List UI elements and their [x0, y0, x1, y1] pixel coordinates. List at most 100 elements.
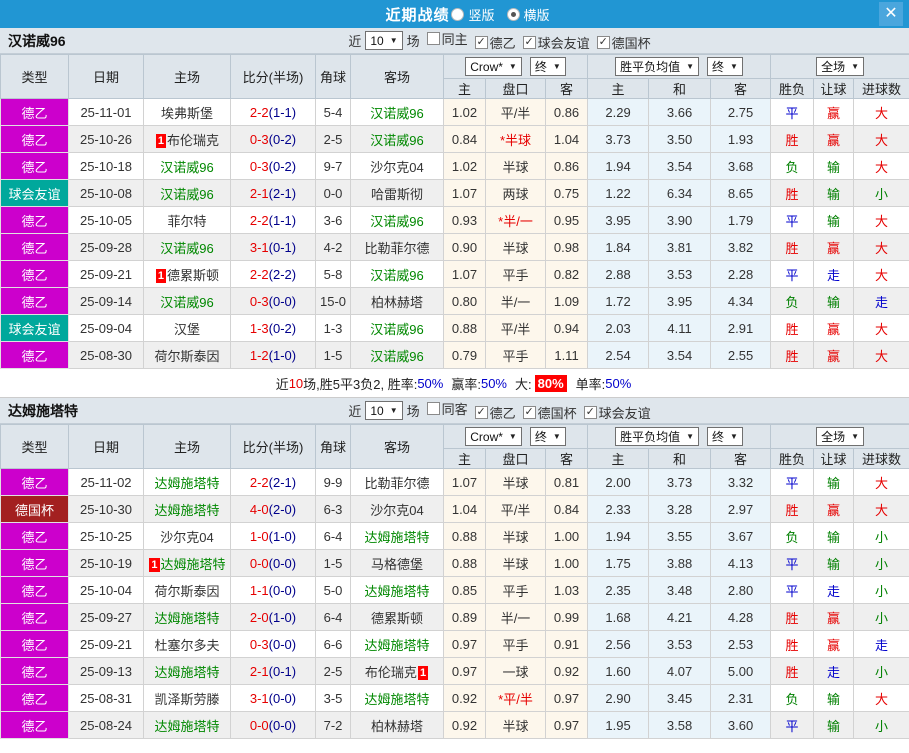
filter-同主[interactable]: 同主	[426, 29, 468, 48]
filter-球会友谊[interactable]: ✓ 球会友谊	[583, 403, 651, 422]
match-count-select[interactable]: 10 ▼	[365, 401, 403, 420]
league-type-badge: 德乙	[0, 657, 69, 685]
filter-德乙[interactable]: ✓ 德乙	[474, 33, 516, 52]
checkbox-icon[interactable]: ✓	[522, 406, 536, 419]
avg-source-select[interactable]: 胜平负均值 ▼	[615, 57, 700, 76]
team-section-header: 达姆施塔特 近 10 ▼ 场 同客 ✓ 德乙 ✓ 德国杯 ✓ 球会友谊	[0, 398, 909, 424]
layout-switcher: 近期战绩 竖版 横版	[385, 4, 559, 25]
col-wdl: 胜负	[770, 448, 815, 469]
vertical-layout-radio[interactable]	[451, 7, 465, 21]
horizontal-layout-label[interactable]: 横版	[524, 5, 550, 24]
checkbox-icon[interactable]: ✓	[474, 406, 488, 419]
handicap-line: *半球	[485, 125, 546, 153]
away-odds: 0.82	[544, 260, 589, 288]
avg-home-odds: 1.22	[587, 179, 650, 207]
home-odds: 0.92	[443, 711, 486, 739]
filter-球会友谊[interactable]: ✓ 球会友谊	[522, 33, 590, 52]
league-type-badge: 德乙	[0, 206, 69, 234]
home-odds: 0.88	[443, 549, 486, 577]
checkbox-icon[interactable]: ✓	[583, 406, 597, 419]
odds-source-select[interactable]: Crow* ▼	[465, 57, 522, 77]
avg-away-odds: 2.91	[710, 314, 772, 342]
col-odds-home: 主	[443, 78, 486, 99]
filter-label[interactable]: 德乙	[490, 403, 516, 422]
avg-away-odds: 1.93	[710, 125, 772, 153]
avg-away-odds: 3.67	[710, 522, 772, 550]
avg-home-odds: 2.54	[587, 341, 650, 369]
league-type-badge: 德乙	[0, 287, 69, 315]
match-date: 25-10-05	[68, 206, 144, 234]
match-row: 德乙 25-11-02 达姆施塔特 2-2(2-1) 9-9 比勒菲尔德 1.07 半球 0.8…	[0, 468, 909, 496]
avg-home-odds: 2.88	[587, 260, 650, 288]
close-button[interactable]: ✕	[879, 2, 903, 26]
away-team: 达姆施塔特	[350, 630, 444, 658]
checkbox-icon[interactable]: ✓	[522, 36, 536, 49]
result-handicap: 赢	[813, 125, 855, 153]
horizontal-layout-radio[interactable]	[506, 7, 520, 21]
filter-label[interactable]: 德乙	[490, 33, 516, 52]
result-handicap: 输	[813, 179, 855, 207]
col-avg-away: 客	[710, 78, 772, 99]
league-type-badge: 德乙	[0, 684, 69, 712]
home-odds: 0.88	[443, 314, 486, 342]
league-type-badge: 德乙	[0, 603, 69, 631]
fulltime-select[interactable]: 全场 ▼	[816, 57, 865, 76]
avg-away-odds: 2.75	[710, 98, 772, 126]
result-handicap: 赢	[813, 495, 855, 523]
col-avg-home: 主	[587, 448, 650, 469]
filter-label[interactable]: 同主	[442, 29, 468, 48]
odds-time-select[interactable]: 终 ▼	[529, 56, 566, 76]
league-type-badge: 德乙	[0, 711, 69, 739]
avg-source-select[interactable]: 胜平负均值 ▼	[615, 427, 700, 446]
filter-德国杯[interactable]: ✓ 德国杯	[522, 403, 577, 422]
odds-source-select[interactable]: Crow* ▼	[465, 427, 522, 447]
filter-label[interactable]: 同客	[442, 399, 468, 418]
match-date: 25-10-18	[68, 152, 144, 180]
avg-group: 胜平负均值 ▼ 终 ▼	[587, 424, 772, 449]
filter-德国杯[interactable]: ✓ 德国杯	[596, 33, 651, 52]
avg-draw-odds: 3.45	[648, 684, 712, 712]
team-name: 达姆施塔特	[8, 402, 78, 419]
filter-label[interactable]: 德国杯	[612, 33, 651, 52]
avg-home-odds: 3.73	[587, 125, 650, 153]
col-handicap-result: 让球	[813, 448, 855, 469]
odds-time-select[interactable]: 终 ▼	[529, 426, 566, 446]
away-team: 达姆施塔特	[350, 576, 444, 604]
away-team: 汉诺威96	[350, 341, 444, 369]
avg-time-select[interactable]: 终 ▼	[707, 57, 743, 76]
result-goals: 大	[853, 341, 909, 369]
avg-time-select[interactable]: 终 ▼	[707, 427, 743, 446]
away-team: 汉诺威96	[350, 125, 444, 153]
filter-label[interactable]: 德国杯	[538, 403, 577, 422]
col-wdl: 胜负	[770, 78, 815, 99]
fulltime-select[interactable]: 全场 ▼	[816, 427, 865, 446]
result-wdl: 胜	[770, 179, 815, 207]
home-team: 菲尔特	[143, 206, 231, 234]
filter-label[interactable]: 球会友谊	[599, 403, 651, 422]
away-odds: 0.94	[544, 314, 589, 342]
filter-同客[interactable]: 同客	[426, 399, 468, 418]
checkbox-icon[interactable]	[426, 402, 440, 415]
filter-德乙[interactable]: ✓ 德乙	[474, 403, 516, 422]
match-score: 1-3(0-2)	[230, 314, 316, 342]
checkbox-icon[interactable]: ✓	[474, 36, 488, 49]
filter-label[interactable]: 球会友谊	[538, 33, 590, 52]
match-row: 德乙 25-09-21 杜塞尔多夫 0-3(0-0) 6-6 达姆施塔特 0.97 平手 0.9…	[0, 630, 909, 658]
checkbox-icon[interactable]	[426, 32, 440, 45]
home-odds: 1.04	[443, 495, 486, 523]
vertical-layout-label[interactable]: 竖版	[468, 5, 494, 24]
promoted-badge: 1	[417, 665, 429, 680]
match-row: 球会友谊 25-09-04 汉堡 1-3(0-2) 1-3 汉诺威96 0.88 平/半 0.9…	[0, 314, 909, 342]
home-odds: 0.89	[443, 603, 486, 631]
result-handicap: 输	[813, 684, 855, 712]
result-wdl: 胜	[770, 233, 815, 261]
result-wdl: 平	[770, 576, 815, 604]
match-count-select[interactable]: 10 ▼	[365, 31, 403, 50]
home-odds: 0.97	[443, 657, 486, 685]
match-row: 德乙 25-10-25 沙尔克04 1-0(1-0) 6-4 达姆施塔特 0.88 半球 1.0…	[0, 522, 909, 550]
result-goals: 小	[853, 603, 909, 631]
away-team: 汉诺威96	[350, 98, 444, 126]
checkbox-icon[interactable]: ✓	[596, 36, 610, 49]
league-type-badge: 德乙	[0, 468, 69, 496]
league-type-badge: 德乙	[0, 233, 69, 261]
